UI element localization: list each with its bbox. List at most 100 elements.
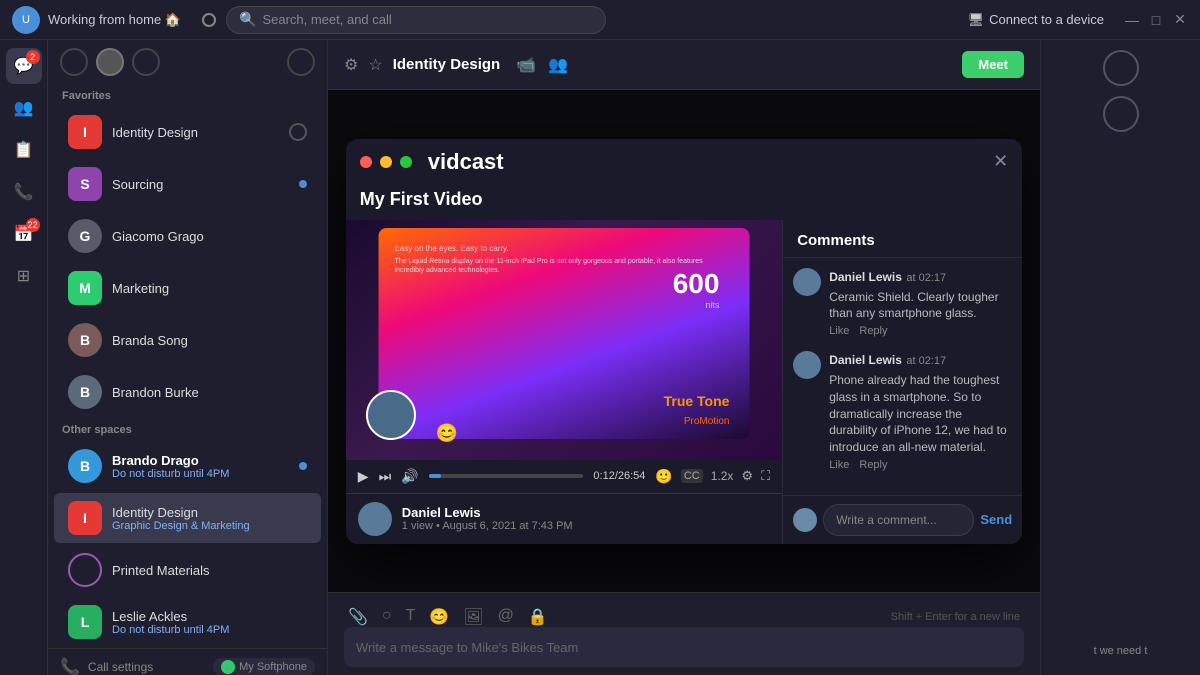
rail-apps[interactable]: ⊞ <box>6 258 42 294</box>
settings-button[interactable]: ⚙ <box>741 468 753 484</box>
sidebar-item-brando[interactable]: B Brando Drago Do not disturb until 4PM <box>54 441 321 491</box>
channel-star-icon[interactable]: ☆ <box>368 55 382 75</box>
sidebar-item-giacomo[interactable]: G Giacomo Grago <box>54 211 321 261</box>
rail-contacts[interactable]: 📋 <box>6 132 42 168</box>
comment-avatar-2 <box>793 351 821 379</box>
connect-device-button[interactable]: 🖥 Connect to a device <box>968 12 1104 28</box>
at-icon[interactable]: @ <box>498 607 514 627</box>
message-input[interactable]: Write a message to Mike's Bikes Team <box>344 627 1024 667</box>
calendar-badge: 22 <box>26 218 40 232</box>
sidebar-item-leslie[interactable]: L Leslie Ackles Do not disturb until 4PM <box>54 597 321 647</box>
user-status-label: Working from home 🏠 <box>48 12 181 28</box>
comments-header: Comments <box>783 220 1022 258</box>
sidebar-name-branda: Branda Song <box>112 333 188 348</box>
sidebar-item-brandon[interactable]: B Brandon Burke <box>54 367 321 417</box>
icon-rail: 💬 2 👥 📋 📞 📅 22 ⊞ <box>0 40 48 675</box>
monitor-icon: 🖥 <box>968 12 985 28</box>
mention-circle-icon[interactable]: ○ <box>382 607 392 627</box>
sidebar-name-identity2: Identity Design <box>112 505 250 520</box>
ipad-nits: 600 <box>673 268 720 300</box>
like-button-1[interactable]: Like <box>829 325 849 337</box>
input-toolbar: 📎 ○ T 😊 🖼 @ 🔒 Shift + Enter for a new li… <box>344 601 1024 627</box>
quality-button[interactable]: 1.2x <box>711 469 734 483</box>
user-status[interactable]: U Working from home 🏠 <box>12 6 192 34</box>
workspace-2[interactable] <box>96 48 124 76</box>
emoji-toolbar-icon[interactable]: 😊 <box>429 607 449 627</box>
right-msg-preview: t we need t <box>1086 637 1156 665</box>
sidebar-name-sourcing: Sourcing <box>112 177 163 192</box>
right-circle-1 <box>1103 50 1139 86</box>
sidebar-avatar-leslie: L <box>68 605 102 639</box>
sidebar-item-printed[interactable]: Printed Materials <box>54 545 321 595</box>
channel-settings-icon[interactable]: ⚙ <box>344 55 358 75</box>
video-controls: ▶ ⏭ 🔊 0:12/26:54 🙂 CC 1.2x <box>346 460 782 493</box>
search-bar[interactable]: 🔍 Search, meet, and call <box>226 6 606 34</box>
sidebar-avatar-branda: B <box>68 323 102 357</box>
comment-actions-1: Like Reply <box>829 325 1012 337</box>
sidebar-item-identity-design[interactable]: I Identity Design <box>54 107 321 157</box>
sidebar-item-marketing[interactable]: M Marketing <box>54 263 321 313</box>
status-indicator <box>202 13 216 27</box>
mac-close-dot[interactable] <box>360 156 372 168</box>
sidebar: Favorites I Identity Design S Sourcing G… <box>48 40 328 675</box>
video-thumbnail[interactable]: Easy on the eyes. Easy to carry. The Liq… <box>346 220 782 460</box>
user-avatar: U <box>12 6 40 34</box>
ipad-brand1: True Tone <box>664 393 730 409</box>
text-format-icon[interactable]: T <box>406 607 416 627</box>
modal-overlay: vidcast ✕ My First Video Easy on <box>328 90 1040 592</box>
chat-badge: 2 <box>26 50 40 64</box>
workspace-switcher <box>48 40 327 84</box>
modal-close-button[interactable]: ✕ <box>993 151 1008 172</box>
workspace-3[interactable] <box>132 48 160 76</box>
rail-calendar[interactable]: 📅 22 <box>6 216 42 252</box>
softphone-button[interactable]: L My Softphone <box>213 658 315 675</box>
play-button[interactable]: ▶ <box>358 468 369 485</box>
video-icon[interactable]: 📹 <box>516 55 536 75</box>
apps-icon: ⊞ <box>17 266 30 286</box>
call-settings-icon: 📞 <box>60 657 80 675</box>
participants-icon[interactable]: 👥 <box>548 55 568 75</box>
sidebar-avatar-identity: I <box>68 115 102 149</box>
lock-icon[interactable]: 🔒 <box>528 607 548 627</box>
people-icon: 👥 <box>14 98 34 118</box>
comment-input[interactable]: Write a comment... <box>823 504 974 536</box>
rail-chat[interactable]: 💬 2 <box>6 48 42 84</box>
reply-button-1[interactable]: Reply <box>859 325 887 337</box>
fullscreen-button[interactable]: ⛶ <box>761 468 770 484</box>
sidebar-sub-leslie: Do not disturb until 4PM <box>112 624 229 636</box>
sidebar-name-marketing: Marketing <box>112 281 169 296</box>
rail-people[interactable]: 👥 <box>6 90 42 126</box>
rail-calls[interactable]: 📞 <box>6 174 42 210</box>
send-comment-button[interactable]: Send <box>980 512 1012 527</box>
sidebar-item-branda[interactable]: B Branda Song <box>54 315 321 365</box>
right-panel: t we need t <box>1040 40 1200 675</box>
call-settings-label[interactable]: Call settings <box>88 660 153 674</box>
attach-icon[interactable]: 📎 <box>348 607 368 627</box>
progress-bar[interactable] <box>429 474 584 478</box>
contacts-icon: 📋 <box>14 140 34 160</box>
top-bar: U Working from home 🏠 🔍 Search, meet, an… <box>0 0 1200 40</box>
other-spaces-label: Other spaces <box>48 418 327 440</box>
mac-minimize-dot[interactable] <box>380 156 392 168</box>
sidebar-item-identity-design-2[interactable]: I Identity Design Graphic Design & Marke… <box>54 493 321 543</box>
restore-button[interactable]: □ <box>1148 12 1164 28</box>
comments-list: Daniel Lewis at 02:17 Ceramic Shield. Cl… <box>783 258 1022 495</box>
messages-area: vidcast ✕ My First Video Easy on <box>328 90 1040 592</box>
comment-time-1: at 02:17 <box>906 272 946 284</box>
meet-button[interactable]: Meet <box>962 51 1024 78</box>
workspace-1[interactable] <box>60 48 88 76</box>
video-modal: vidcast ✕ My First Video Easy on <box>346 139 1022 544</box>
cc-button[interactable]: CC <box>681 469 703 483</box>
mac-fullscreen-dot[interactable] <box>400 156 412 168</box>
emoji-button[interactable]: 🙂 <box>655 468 672 485</box>
skip-button[interactable]: ⏭ <box>379 468 392 485</box>
window-controls: — □ ✕ <box>1124 12 1188 28</box>
image-icon[interactable]: 🖼 <box>463 607 483 627</box>
like-button-2[interactable]: Like <box>829 459 849 471</box>
minimize-button[interactable]: — <box>1124 12 1140 28</box>
sidebar-item-sourcing[interactable]: S Sourcing <box>54 159 321 209</box>
reply-button-2[interactable]: Reply <box>859 459 887 471</box>
close-button[interactable]: ✕ <box>1172 12 1188 28</box>
workspace-add[interactable] <box>287 48 315 76</box>
volume-button[interactable]: 🔊 <box>401 468 418 485</box>
